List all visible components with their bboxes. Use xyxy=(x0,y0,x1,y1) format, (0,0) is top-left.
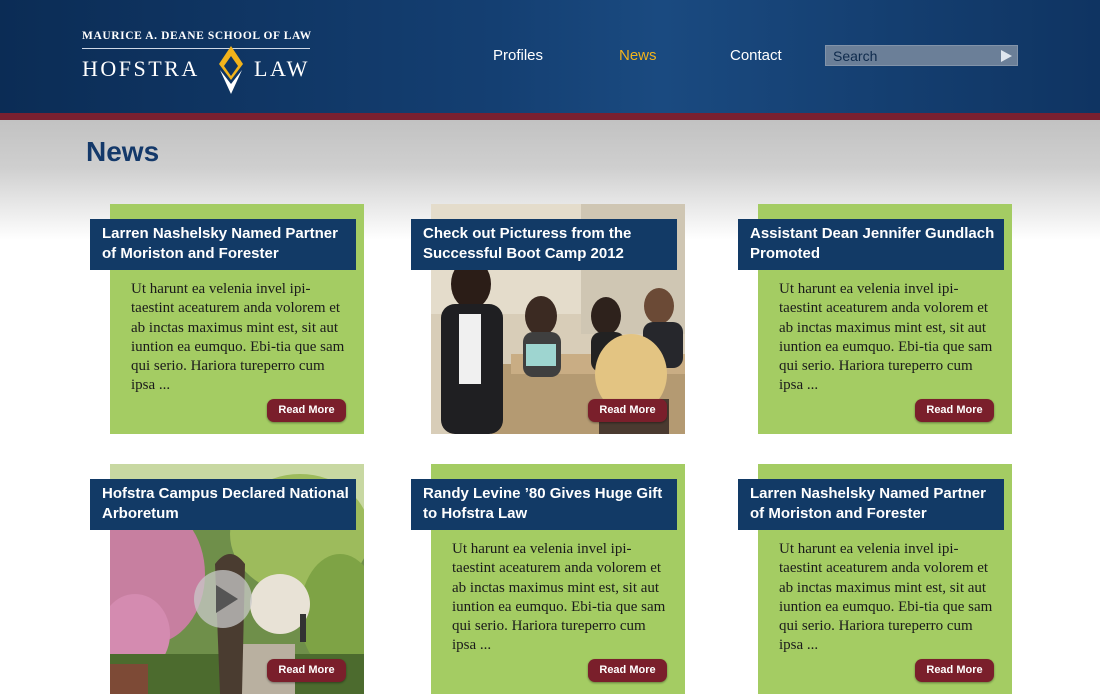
logo-law-text: LAW xyxy=(254,56,310,81)
card-title[interactable]: Larren Nashelsky Named Partner of Morist… xyxy=(738,479,1004,530)
card-title[interactable]: Larren Nashelsky Named Partner of Morist… xyxy=(90,219,356,270)
news-card: Assistant Dean Jennifer Gundlach Promote… xyxy=(738,204,1012,434)
news-card: Larren Nashelsky Named Partner of Morist… xyxy=(90,204,364,434)
nav-profiles[interactable]: Profiles xyxy=(493,47,543,64)
card-excerpt: Ut harunt ea velenia invel ipi-taestint … xyxy=(779,541,993,654)
news-card: Larren Nashelsky Named Partner of Morist… xyxy=(738,464,1012,694)
search-arrow-icon[interactable] xyxy=(999,49,1013,63)
card-title[interactable]: Check out Picturess from the Successful … xyxy=(411,219,677,270)
news-card: Check out Picturess from the Successful … xyxy=(411,204,685,434)
news-card: Hofstra Campus Declared National Arboret… xyxy=(90,464,364,694)
read-more-button[interactable]: Read More xyxy=(267,659,346,682)
header-stripe xyxy=(0,113,1100,120)
read-more-button[interactable]: Read More xyxy=(915,399,994,422)
nav-contact[interactable]: Contact xyxy=(730,47,782,64)
nav-news[interactable]: News xyxy=(619,47,657,64)
search-input[interactable] xyxy=(826,46,994,65)
read-more-button[interactable]: Read More xyxy=(588,399,667,422)
hofstra-law-logo[interactable]: MAURICE A. DEANE SCHOOL OF LAW HOFSTRA L… xyxy=(82,30,312,94)
read-more-button[interactable]: Read More xyxy=(588,659,667,682)
news-card: Randy Levine ’80 Gives Huge Gift to Hofs… xyxy=(411,464,685,694)
card-title[interactable]: Randy Levine ’80 Gives Huge Gift to Hofs… xyxy=(411,479,677,530)
card-title[interactable]: Assistant Dean Jennifer Gundlach Promote… xyxy=(738,219,1004,270)
logo-hofstra-text: HOFSTRA xyxy=(82,56,200,81)
play-icon xyxy=(216,585,238,613)
logo-school-name: MAURICE A. DEANE SCHOOL OF LAW xyxy=(82,30,312,42)
site-header: MAURICE A. DEANE SCHOOL OF LAW HOFSTRA L… xyxy=(0,0,1100,113)
play-video-button[interactable] xyxy=(194,570,252,628)
logo-rule xyxy=(82,48,310,49)
card-excerpt: Ut harunt ea velenia invel ipi-taestint … xyxy=(131,281,345,394)
card-title[interactable]: Hofstra Campus Declared National Arboret… xyxy=(90,479,356,530)
card-excerpt: Ut harunt ea velenia invel ipi-taestint … xyxy=(779,281,993,394)
card-excerpt: Ut harunt ea velenia invel ipi-taestint … xyxy=(452,541,666,654)
logo-flame-mark xyxy=(219,46,243,94)
search-box xyxy=(825,45,1018,66)
read-more-button[interactable]: Read More xyxy=(915,659,994,682)
read-more-button[interactable]: Read More xyxy=(267,399,346,422)
page-title: News xyxy=(86,136,160,167)
